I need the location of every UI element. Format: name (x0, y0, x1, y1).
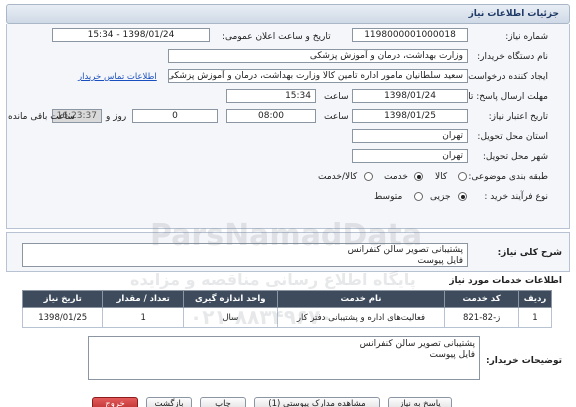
process-radio-minor[interactable] (458, 192, 467, 201)
services-header-row: ردیف کد خدمت نام خدمت واحد اندازه گیری ت… (21, 290, 553, 308)
days-remaining-field: 0 (132, 109, 218, 123)
attachments-button[interactable]: مشاهده مدارک پیوستی (1) (254, 397, 380, 407)
buyer-notes-box: پشتیبانی تصویر سالن کنفرانس فایل پیوست (88, 336, 480, 380)
send-date-field: 1398/01/24 (352, 89, 468, 103)
buyer-notes-line1: پشتیبانی تصویر سالن کنفرانس (359, 339, 475, 349)
back-button[interactable]: بازگشت (146, 397, 192, 407)
watermark-persian: پایگاه اطلاع رسانی مناقصه و مزایده (130, 270, 416, 289)
category-service-label: خدمت (384, 172, 408, 182)
col-unit: واحد اندازه گیری (182, 290, 278, 308)
page-title: جزئیات اطلاعات نیاز (468, 9, 559, 19)
city-label: شهر محل تحویل: (482, 152, 548, 162)
cell-quantity: 1 (102, 307, 184, 328)
category-goods-service-label: کالا/خدمت (318, 172, 358, 182)
print-button[interactable]: چاپ (200, 397, 246, 407)
cell-unit: سال (182, 307, 278, 328)
validity-time-field: 08:00 (226, 109, 316, 123)
category-label: طبقه بندی موضوعی: (468, 172, 548, 182)
cell-row: 1 (517, 307, 553, 328)
process-medium-label: متوسط (374, 192, 403, 202)
col-service-code: کد خدمت (444, 290, 519, 308)
services-section-title: اطلاعات خدمات مورد نیاز (449, 276, 562, 286)
buyer-org-field: وزارت بهداشت، درمان و آموزش پزشکی (168, 49, 468, 63)
general-description-line2: فایل پیوست (417, 256, 463, 266)
cell-service-code: ز-82-821 (444, 307, 519, 328)
process-label: نوع فرآیند خرید : (484, 192, 548, 202)
col-service-name: نام خدمت (276, 290, 446, 308)
buyer-notes-line2: فایل پیوست (429, 350, 475, 360)
validity-time-label: ساعت (324, 112, 349, 122)
send-time-field: 15:34 (226, 89, 316, 103)
window-title-bar: جزئیات اطلاعات نیاز (6, 4, 570, 24)
category-radio-goods-service[interactable] (364, 172, 373, 181)
general-description-label: شرح کلی نیاز: (497, 248, 562, 258)
province-label: استان محل تحویل: (477, 132, 548, 142)
col-need-date: تاریخ نیاز (21, 290, 104, 308)
cell-need-date: 1398/01/25 (21, 307, 104, 328)
send-time-label: ساعت (324, 92, 349, 102)
general-description-box: پشتیبانی تصویر سالن کنفرانس فایل پیوست (22, 243, 468, 267)
services-table: ردیف کد خدمت نام خدمت واحد اندازه گیری ت… (21, 290, 553, 328)
cell-service-name: فعالیت‌های اداره و پشتیبانی دفتر کار (276, 307, 446, 328)
need-number-label: شماره نیاز: (505, 32, 548, 42)
reply-button[interactable]: پاسخ به نیاز (388, 397, 452, 407)
creator-field: سعید سلطانیان مامور اداره تامین کالا وزا… (168, 69, 468, 83)
buyer-contact-link[interactable]: اطلاعات تماس خریدار (78, 72, 157, 82)
category-radio-goods[interactable] (458, 172, 467, 181)
buyer-notes-label: توضیحات خریدار: (486, 356, 562, 366)
general-description-line1: پشتیبانی تصویر سالن کنفرانس (347, 245, 463, 255)
need-number-field: 1198000001000018 (352, 28, 468, 42)
announce-field: 1398/01/24 - 15:34 (52, 28, 210, 42)
process-minor-label: جزیی (430, 192, 451, 202)
creator-label: ایجاد کننده درخواست: (465, 72, 548, 82)
exit-button[interactable]: خروج (92, 397, 138, 407)
category-goods-label: کالا (435, 172, 448, 182)
col-quantity: تعداد / مقدار (102, 290, 184, 308)
days-label: روز و (106, 112, 127, 122)
buyer-org-label: نام دستگاه خریدار: (477, 52, 548, 62)
table-row: 1 ز-82-821 فعالیت‌های اداره و پشتیبانی د… (21, 307, 553, 328)
city-field: تهران (352, 149, 468, 163)
validity-date-field: 1398/01/25 (352, 109, 468, 123)
category-radio-service[interactable] (414, 172, 423, 181)
province-field: تهران (352, 129, 468, 143)
process-radio-medium[interactable] (414, 192, 423, 201)
remaining-label: ساعت باقی مانده (8, 112, 75, 122)
validity-label: تاریخ اعتبار نیاز: (488, 112, 548, 122)
announce-label: تاریخ و ساعت اعلان عمومی: (222, 32, 331, 42)
col-row: ردیف (517, 290, 553, 308)
